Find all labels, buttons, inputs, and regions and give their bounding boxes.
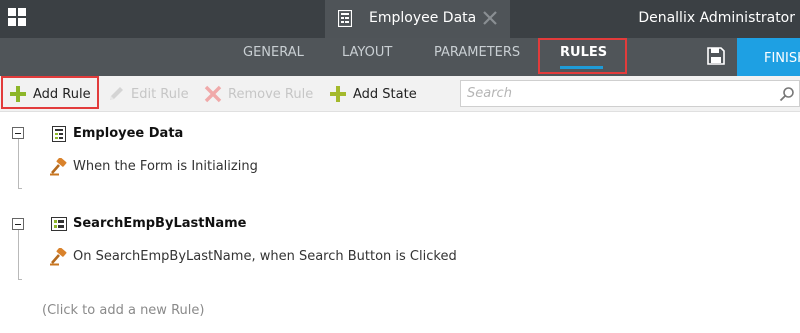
tab-layout[interactable]: LAYOUT: [342, 45, 392, 60]
tree-line: [18, 230, 19, 279]
remove-rule-button[interactable]: Remove Rule: [203, 80, 313, 108]
form-document-icon: [338, 10, 352, 27]
tab-general[interactable]: GENERAL: [243, 45, 304, 60]
rule-title[interactable]: Employee Data: [73, 126, 183, 141]
search-input[interactable]: [461, 81, 761, 106]
rule-event[interactable]: When the Form is Initializing: [73, 159, 258, 174]
rules-tab-highlight: [538, 38, 627, 74]
add-rule-highlight: [1, 76, 99, 109]
rule-title[interactable]: SearchEmpByLastName: [73, 216, 246, 231]
rules-list: Employee Data When the Form is Initializ…: [0, 112, 800, 333]
plus-icon: [330, 86, 346, 102]
finish-label: FINISH: [764, 51, 800, 66]
pencil-icon: [110, 87, 123, 100]
edit-rule-label: Edit Rule: [131, 86, 189, 102]
document-tab[interactable]: Employee Data: [325, 0, 510, 38]
save-icon[interactable]: [706, 46, 726, 66]
document-tab-title: Employee Data: [369, 10, 477, 26]
remove-rule-label: Remove Rule: [228, 86, 314, 102]
close-icon[interactable]: [481, 8, 499, 28]
add-state-button[interactable]: Add State: [328, 80, 417, 108]
edit-rule-button[interactable]: Edit Rule: [106, 80, 189, 108]
gavel-icon: [50, 158, 67, 176]
remove-x-icon: [204, 85, 222, 103]
search-field[interactable]: [460, 80, 800, 107]
tree-line: [18, 279, 22, 280]
tree-line: [18, 139, 19, 188]
finish-button[interactable]: FINISH: [737, 38, 800, 76]
add-new-rule-link[interactable]: (Click to add a new Rule): [42, 303, 204, 318]
tab-parameters[interactable]: PARAMETERS: [434, 45, 520, 60]
top-bar: Employee Data Denallix Administrator: [0, 0, 800, 38]
gavel-icon: [50, 248, 67, 266]
collapse-icon[interactable]: [12, 218, 24, 230]
section-nav: GENERAL LAYOUT PARAMETERS RULES: [0, 38, 800, 76]
rule-event[interactable]: On SearchEmpByLastName, when Search Butt…: [73, 249, 457, 264]
form-icon: [52, 126, 66, 142]
user-name[interactable]: Denallix Administrator: [638, 10, 795, 26]
add-state-label: Add State: [353, 86, 417, 102]
tree-line: [18, 188, 22, 189]
view-icon: [51, 217, 67, 231]
app-menu-icon[interactable]: [8, 8, 28, 28]
collapse-icon[interactable]: [12, 127, 24, 139]
search-icon[interactable]: [779, 86, 795, 102]
